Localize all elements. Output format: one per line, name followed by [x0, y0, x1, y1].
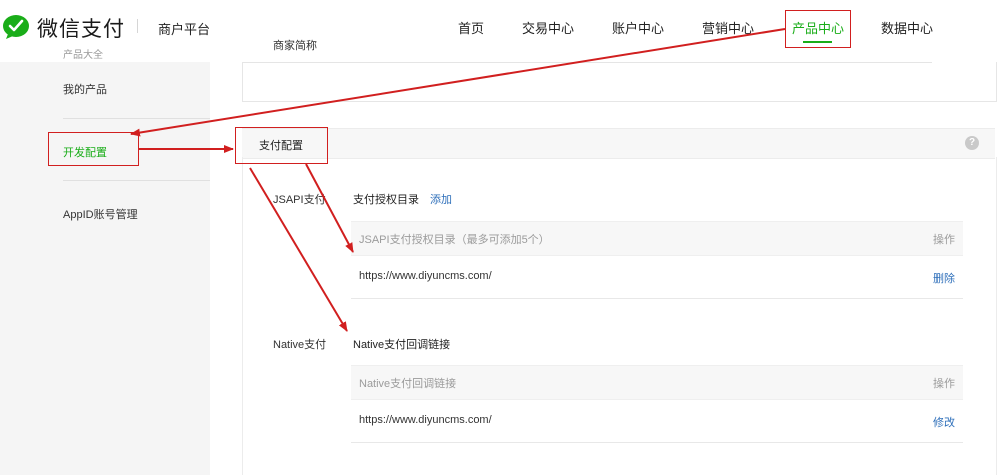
merchant-info-box [242, 62, 997, 102]
jsapi-table-row-divider [351, 298, 963, 299]
nav-marketing[interactable]: 营销中心 [702, 18, 754, 37]
nav-account[interactable]: 账户中心 [612, 18, 664, 37]
jsapi-table-header-text: JSAPI支付授权目录（最多可添加5个） [359, 234, 550, 246]
native-table-row-divider [351, 442, 963, 443]
section-header [242, 128, 995, 159]
sidebar-divider [63, 180, 210, 181]
platform-name: 商户平台 [158, 22, 211, 37]
wechat-pay-logo-icon [3, 15, 29, 39]
native-callback-title: Native支付回调链接 [353, 339, 451, 351]
merchant-name: 商家简称 [273, 40, 317, 52]
jsapi-label: JSAPI支付 [273, 194, 326, 206]
brand-divider [137, 19, 138, 33]
native-callback-url: https://www.diyuncms.com/ [359, 414, 492, 426]
annotation-box-payment-config [235, 127, 328, 164]
nav-transactions[interactable]: 交易中心 [522, 18, 574, 37]
sidebar-divider [63, 118, 210, 119]
jsapi-action-header: 操作 [933, 234, 955, 246]
sidebar-item-my-products[interactable]: 我的产品 [63, 81, 107, 97]
sidebar-item-appid-management[interactable]: AppID账号管理 [63, 206, 138, 222]
annotation-box-dev-config [48, 132, 139, 166]
sidebar [0, 62, 210, 475]
brand-name: 微信支付 [37, 18, 125, 41]
annotation-box-product-center [785, 10, 851, 48]
edit-callback-link[interactable]: 修改 [933, 414, 955, 430]
native-table-header-text: Native支付回调链接 [359, 378, 457, 390]
native-label: Native支付 [273, 339, 327, 351]
jsapi-auth-dir-url: https://www.diyuncms.com/ [359, 270, 492, 282]
nav-home[interactable]: 首页 [458, 18, 484, 37]
native-action-header: 操作 [933, 378, 955, 390]
add-auth-dir-link[interactable]: 添加 [430, 191, 452, 207]
jsapi-auth-dir-title: 支付授权目录 [353, 194, 419, 206]
delete-auth-dir-link[interactable]: 删除 [933, 270, 955, 286]
question-icon[interactable]: ? [965, 136, 979, 150]
sidebar-category: 产品大全 [63, 50, 103, 61]
nav-data[interactable]: 数据中心 [881, 18, 933, 37]
